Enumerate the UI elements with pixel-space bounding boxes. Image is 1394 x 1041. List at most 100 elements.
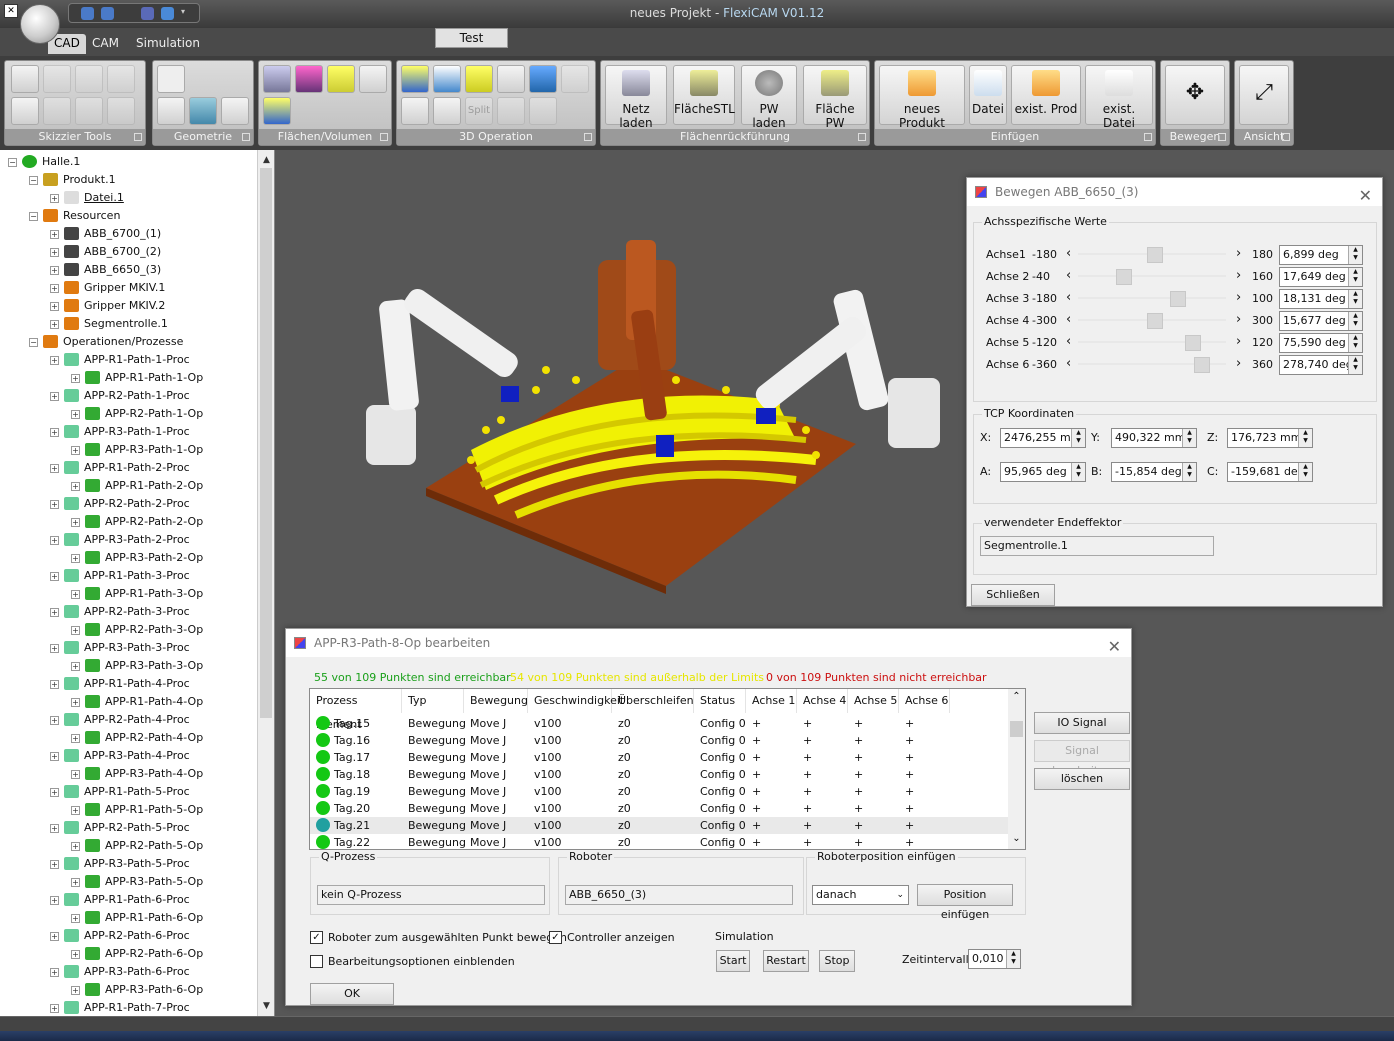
slider-knob[interactable] <box>1116 269 1132 285</box>
scroll-thumb[interactable] <box>260 168 272 718</box>
column-header[interactable]: Achse 1 <box>746 689 797 713</box>
circle-icon[interactable] <box>75 65 103 93</box>
spline-icon[interactable] <box>189 97 217 125</box>
dialog-launcher-icon[interactable] <box>1282 133 1290 141</box>
start-button[interactable]: Start <box>716 950 750 972</box>
expand-icon[interactable]: + <box>50 1004 59 1013</box>
test-button[interactable]: Test <box>435 28 508 48</box>
tree-item[interactable]: + APP-R1-Path-3-Proc <box>0 567 258 585</box>
tree-item[interactable]: + APP-R2-Path-2-Proc <box>0 495 258 513</box>
split-button[interactable]: Split <box>465 97 493 125</box>
slider-knob[interactable] <box>1185 335 1201 351</box>
expand-icon[interactable]: + <box>50 248 59 257</box>
tree-item[interactable]: + APP-R3-Path-6-Op <box>0 981 258 999</box>
tree-item[interactable]: + APP-R1-Path-6-Proc <box>0 891 258 909</box>
expand-icon[interactable]: + <box>71 914 80 923</box>
expand-icon[interactable]: + <box>71 950 80 959</box>
expand-icon[interactable]: + <box>50 356 59 365</box>
tree-item[interactable]: − Produkt.1 <box>0 171 258 189</box>
tree-item[interactable]: + APP-R1-Path-1-Op <box>0 369 258 387</box>
spinner-icon[interactable]: ▲ ▼ <box>1071 429 1085 447</box>
expand-icon[interactable]: − <box>29 212 38 221</box>
move-to-point-checkbox[interactable]: ✓ <box>310 931 323 944</box>
neues-produkt-button[interactable]: neues Produkt <box>879 65 965 130</box>
tcp-value-input[interactable]: 490,322 mm ▲ ▼ <box>1111 428 1197 448</box>
scroll-up-icon[interactable]: ⌃ <box>1008 691 1025 702</box>
spinner-icon[interactable]: ▲ ▼ <box>1298 429 1312 447</box>
fillet-icon[interactable] <box>433 65 461 93</box>
expand-icon[interactable]: + <box>71 374 80 383</box>
chevron-left-icon[interactable]: ‹ <box>1066 268 1071 283</box>
expand-icon[interactable]: + <box>50 752 59 761</box>
expand-icon[interactable]: + <box>50 644 59 653</box>
tree-item[interactable]: + APP-R3-Path-4-Proc <box>0 747 258 765</box>
tree-item[interactable]: + Gripper MKIV.2 <box>0 297 258 315</box>
spinner-icon[interactable]: ▲ ▼ <box>1071 463 1085 481</box>
chevron-left-icon[interactable]: ‹ <box>1066 334 1071 349</box>
expand-icon[interactable]: + <box>50 824 59 833</box>
column-header[interactable]: Achse 5 <box>848 689 899 713</box>
tree-item[interactable]: + APP-R3-Path-4-Op <box>0 765 258 783</box>
expand-icon[interactable]: − <box>29 176 38 185</box>
offset-icon[interactable] <box>465 65 493 93</box>
axis-value-input[interactable]: 278,740 deg ▲ ▼ <box>1279 355 1363 375</box>
chevron-left-icon[interactable]: ‹ <box>1066 356 1071 371</box>
expand-icon[interactable]: + <box>50 536 59 545</box>
tree-item[interactable]: + APP-R1-Path-4-Op <box>0 693 258 711</box>
column-header[interactable]: Prozess Element <box>310 689 402 731</box>
cube-icon[interactable] <box>401 97 429 125</box>
box-icon[interactable] <box>359 65 387 93</box>
expand-icon[interactable]: + <box>50 320 59 329</box>
slider-knob[interactable] <box>1194 357 1210 373</box>
chevron-left-icon[interactable]: ‹ <box>1066 312 1071 327</box>
point-icon[interactable] <box>157 65 185 93</box>
tree-item[interactable]: + APP-R2-Path-6-Proc <box>0 927 258 945</box>
expand-icon[interactable]: + <box>71 554 80 563</box>
expand-icon[interactable]: + <box>71 878 80 887</box>
tree-item[interactable]: + Segmentrolle.1 <box>0 315 258 333</box>
move-arrows-icon[interactable]: ✥ <box>1165 65 1225 125</box>
signal-bearbeiten-button[interactable]: Signal bearbeiten <box>1034 740 1130 777</box>
application-orb-button[interactable] <box>20 4 60 44</box>
tree-item[interactable]: + APP-R1-Path-3-Op <box>0 585 258 603</box>
tree-item[interactable]: + APP-R1-Path-2-Proc <box>0 459 258 477</box>
expand-icon[interactable]: + <box>50 608 59 617</box>
spinner-icon[interactable]: ▲ ▼ <box>1348 246 1362 264</box>
volume-icon[interactable] <box>263 97 291 125</box>
chevron-right-icon[interactable]: › <box>1236 246 1241 261</box>
table-row[interactable]: Tag.15 Bewegung Move J v100 z0 Config 0 + + + + <box>310 715 1010 732</box>
tree-item[interactable]: + APP-R1-Path-4-Proc <box>0 675 258 693</box>
exist-datei-button[interactable]: exist. Datei <box>1085 65 1153 130</box>
expand-icon[interactable]: + <box>50 680 59 689</box>
axis-slider[interactable] <box>1078 335 1226 351</box>
axis-slider[interactable] <box>1078 357 1226 373</box>
fit-view-icon[interactable]: ⤢ <box>1239 65 1289 125</box>
expand-icon[interactable]: + <box>71 482 80 491</box>
tree-item[interactable]: + APP-R2-Path-6-Op <box>0 945 258 963</box>
tree-item[interactable]: + APP-R2-Path-3-Proc <box>0 603 258 621</box>
axis-slider[interactable] <box>1078 247 1226 263</box>
chevron-left-icon[interactable]: ‹ <box>1066 246 1071 261</box>
stop-button[interactable]: Stop <box>819 950 855 972</box>
expand-icon[interactable]: + <box>71 518 80 527</box>
tree-item[interactable]: + APP-R1-Path-2-Op <box>0 477 258 495</box>
tree-item[interactable]: + APP-R2-Path-2-Op <box>0 513 258 531</box>
dialog-launcher-icon[interactable] <box>1144 133 1152 141</box>
tree-item[interactable]: + APP-R1-Path-6-Op <box>0 909 258 927</box>
tree-item[interactable]: + Datei.1 <box>0 189 258 207</box>
tree-item[interactable]: + APP-R3-Path-5-Proc <box>0 855 258 873</box>
expand-icon[interactable]: + <box>50 500 59 509</box>
tree-item[interactable]: + APP-R1-Path-5-Proc <box>0 783 258 801</box>
scroll-thumb[interactable] <box>1010 721 1023 737</box>
table-row[interactable]: Tag.16 Bewegung Move J v100 z0 Config 0 + + + + <box>310 732 1010 749</box>
expand-icon[interactable]: + <box>71 590 80 599</box>
tcp-value-input[interactable]: -159,681 deg ▲ ▼ <box>1227 462 1313 482</box>
tree-item[interactable]: + APP-R3-Path-5-Op <box>0 873 258 891</box>
schliessen-button[interactable]: Schließen <box>971 584 1055 606</box>
axis-value-input[interactable]: 17,649 deg ▲ ▼ <box>1279 267 1363 287</box>
chevron-right-icon[interactable]: › <box>1236 356 1241 371</box>
expand-icon[interactable]: + <box>50 230 59 239</box>
close-icon[interactable]: ✕ <box>1359 182 1372 210</box>
table-row[interactable]: Tag.21 Bewegung Move J v100 z0 Config 0 + + + + <box>310 817 1010 834</box>
spinner-icon[interactable]: ▲ ▼ <box>1348 290 1362 308</box>
